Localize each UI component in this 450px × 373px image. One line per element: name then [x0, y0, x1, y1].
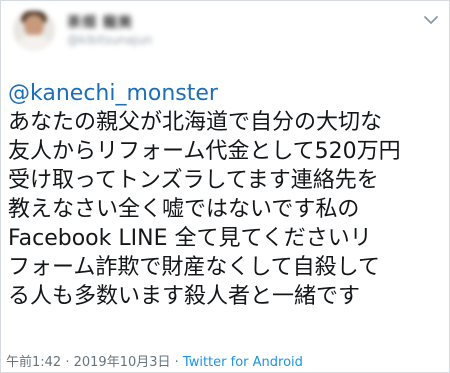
tweet-line: あなたの親父が北海道で自分の大切な	[8, 110, 383, 135]
tweet-text: @kanechi_monster あなたの親父が北海道で自分の大切な 友人からリ…	[8, 79, 444, 311]
tweet-card: 茶畑 龍美 @kibitsunajun @kanechi_monster あなた…	[0, 0, 450, 373]
tweet-meta: 午前1:42 · 2019年10月3日 · Twitter for Androi…	[6, 351, 303, 370]
tweet-date[interactable]: 2019年10月3日	[74, 355, 171, 370]
tweet-line: 友人からリフォーム代金として520万円	[8, 139, 401, 164]
tweet-line: Facebook LINE 全て見てくださいリ	[8, 226, 372, 251]
tweet-line: る人も多数います殺人者と一緒です	[8, 284, 361, 309]
user-handle[interactable]: @kibitsunajun	[67, 33, 152, 47]
tweet-time[interactable]: 午前1:42	[6, 355, 61, 370]
display-name[interactable]: 茶畑 龍美	[67, 12, 133, 32]
chevron-down-icon[interactable]	[423, 14, 439, 26]
user-avatar[interactable]	[13, 9, 55, 51]
tweet-source-link[interactable]: Twitter for Android	[183, 355, 303, 370]
meta-separator: ·	[61, 355, 74, 370]
avatar-shirt	[17, 35, 51, 51]
meta-separator: ·	[170, 355, 183, 370]
avatar-face	[24, 15, 44, 37]
mention-link[interactable]: @kanechi_monster	[8, 79, 444, 108]
tweet-line: 教えなさい全く嘘ではないです私の	[8, 197, 360, 222]
tweet-line: 受け取ってトンズラしてます連絡先を	[8, 168, 379, 193]
tweet-line: フォーム詐欺で財産なくして自殺して	[8, 255, 381, 280]
